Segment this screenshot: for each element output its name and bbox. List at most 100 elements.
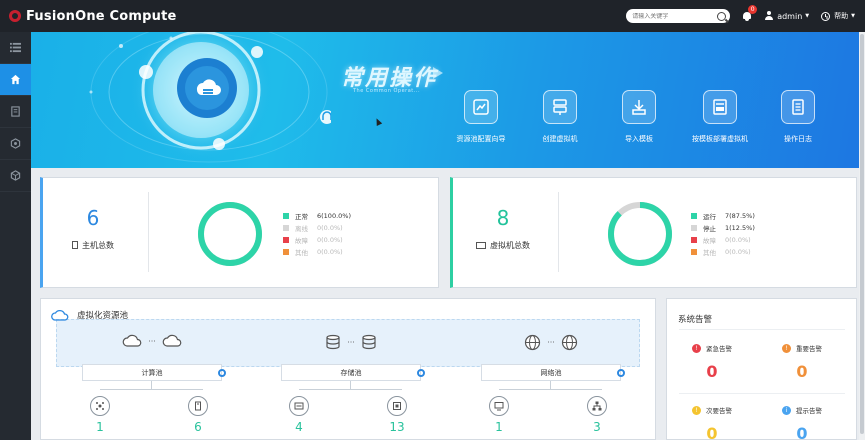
legend-row: 其他 0(0.0%) xyxy=(691,246,755,258)
host-count: 6 xyxy=(86,206,100,230)
legend-row: 运行 7(87.5%) xyxy=(691,210,755,222)
globe-icon xyxy=(525,334,541,351)
search-icon[interactable] xyxy=(717,11,727,21)
nav-item-network[interactable] xyxy=(0,128,31,160)
monitor-icon xyxy=(494,402,504,411)
quick-op-import-template[interactable]: 导入模板 xyxy=(599,90,679,144)
quick-op-resource-pool-wizard[interactable]: 资源池配置向导 xyxy=(441,90,521,144)
common-operations-banner: 常用操作 The Common Operat... 资源池配置向导 创建虚拟机 … xyxy=(31,32,859,168)
nav-item-resources[interactable] xyxy=(0,96,31,128)
arrow-right-icon xyxy=(433,67,443,79)
host-count-pool: 6 xyxy=(194,420,202,434)
vm-summary-card: 8 虚拟机总数 运行 7(87.5%) 停止 1(12.5%) 故障 0(0.0%) … xyxy=(450,177,857,288)
top-bar: FusionOne Compute 0 admin ▼ 帮助 ▼ xyxy=(0,0,865,32)
dvswitch-button[interactable] xyxy=(489,396,509,416)
logo-icon xyxy=(9,10,21,22)
minor-alarm[interactable]: ! 次要告警 0 xyxy=(677,405,747,440)
major-alarm-icon: ! xyxy=(782,343,791,353)
gear-icon[interactable] xyxy=(218,369,226,377)
create-vm-icon xyxy=(553,99,567,115)
warning-alarm-icon: i xyxy=(782,405,791,415)
vm-count: 8 xyxy=(496,206,510,230)
critical-alarm-icon: ! xyxy=(692,343,701,353)
cluster-icon xyxy=(96,402,104,410)
quick-op-create-vm[interactable]: 创建虚拟机 xyxy=(520,90,600,144)
page-scrollbar[interactable] xyxy=(859,32,865,440)
quick-op-deploy-vm-from-template[interactable]: 按模板部署虚拟机 xyxy=(680,90,760,144)
hexagon-icon xyxy=(10,138,21,149)
vm-count-label: 虚拟机总数 xyxy=(490,241,530,250)
log-icon xyxy=(792,99,804,115)
cloud-icon xyxy=(162,334,182,347)
side-nav xyxy=(0,32,31,440)
search-input[interactable] xyxy=(632,12,713,20)
app-title: FusionOne Compute xyxy=(26,8,177,24)
nav-item-menu[interactable] xyxy=(0,32,31,64)
chevron-down-icon[interactable]: ▼ xyxy=(851,13,855,19)
legend-row: 故障 0(0.0%) xyxy=(283,234,351,246)
mouse-cursor-icon xyxy=(373,117,383,126)
minor-alarm-count: 0 xyxy=(706,424,718,440)
notification-badge: 0 xyxy=(748,5,758,14)
network-pool-label[interactable]: 网络池 xyxy=(481,364,625,381)
cloud-icon xyxy=(51,309,69,321)
help-icon[interactable] xyxy=(821,11,831,21)
minor-alarm-icon: ! xyxy=(692,405,701,415)
port-group-button[interactable] xyxy=(587,396,607,416)
major-alarm[interactable]: ! 重要告警 0 xyxy=(767,343,837,381)
storage-device-count: 4 xyxy=(295,420,303,434)
critical-alarm[interactable]: ! 紧急告警 0 xyxy=(677,343,747,381)
legend-row: 正常 6(100.0%) xyxy=(283,210,351,222)
globe-icon xyxy=(561,334,577,351)
system-alarm-panel: 系统告警 ! 紧急告警 0 ! 重要告警 0 ! 次要告警 0 i 提示告警 0 xyxy=(666,298,857,440)
cloud-platform-illustration xyxy=(89,32,331,163)
storage-device-button[interactable] xyxy=(289,396,309,416)
gear-icon[interactable] xyxy=(617,369,625,377)
host-icon xyxy=(72,241,78,249)
host-summary-card: 6 主机总数 正常 6(100.0%) 离线 0(0.0%) 故障 0(0.0%) 其… xyxy=(40,177,439,288)
cluster-button[interactable] xyxy=(90,396,110,416)
datastore-button[interactable] xyxy=(387,396,407,416)
host-status-donut xyxy=(198,202,262,266)
chevron-down-icon[interactable]: ▼ xyxy=(805,13,809,19)
gear-icon[interactable] xyxy=(417,369,425,377)
datastore-count: 13 xyxy=(389,420,405,434)
nav-item-home[interactable] xyxy=(0,64,31,96)
cloud-icon xyxy=(122,334,142,347)
deploy-template-icon xyxy=(713,99,727,115)
document-icon xyxy=(11,106,20,117)
datastore-icon xyxy=(393,402,401,410)
network-tree-icon xyxy=(592,401,602,411)
search-box[interactable] xyxy=(626,9,731,23)
help-menu[interactable]: 帮助 xyxy=(834,11,848,21)
host-button[interactable] xyxy=(188,396,208,416)
critical-alarm-count: 0 xyxy=(706,362,718,381)
major-alarm-count: 0 xyxy=(796,362,808,381)
alarm-panel-title: 系统告警 xyxy=(678,315,713,325)
host-donut-arc xyxy=(198,202,262,266)
cluster-count: 1 xyxy=(96,420,104,434)
storage-device-icon xyxy=(294,402,304,410)
legend-row: 停止 1(12.5%) xyxy=(691,222,755,234)
storage-pool-label[interactable]: 存储池 xyxy=(281,364,425,381)
vm-status-donut xyxy=(608,202,672,266)
warning-alarm[interactable]: i 提示告警 0 xyxy=(767,405,837,440)
compute-pool-label[interactable]: 计算池 xyxy=(82,364,226,381)
notification-bell-icon[interactable]: 0 xyxy=(742,5,758,22)
legend-row: 其他 0(0.0%) xyxy=(283,246,351,258)
quick-op-operation-log[interactable]: 操作日志 xyxy=(758,90,838,144)
banner-subtitle: The Common Operat... xyxy=(353,88,421,94)
port-group-count: 3 xyxy=(593,420,601,434)
cube-icon xyxy=(10,170,21,181)
user-menu[interactable]: admin xyxy=(777,12,802,21)
scrollbar-thumb[interactable] xyxy=(860,34,864,434)
vm-donut-arc xyxy=(608,202,672,266)
legend-row: 离线 0(0.0%) xyxy=(283,222,351,234)
database-icon xyxy=(326,334,340,350)
vm-icon xyxy=(476,242,486,249)
import-template-icon xyxy=(632,100,646,115)
nav-item-system[interactable] xyxy=(0,160,31,192)
warning-alarm-count: 0 xyxy=(796,424,808,440)
resource-pool-title: 虚拟化资源池 xyxy=(77,311,129,321)
user-icon[interactable] xyxy=(764,11,773,21)
